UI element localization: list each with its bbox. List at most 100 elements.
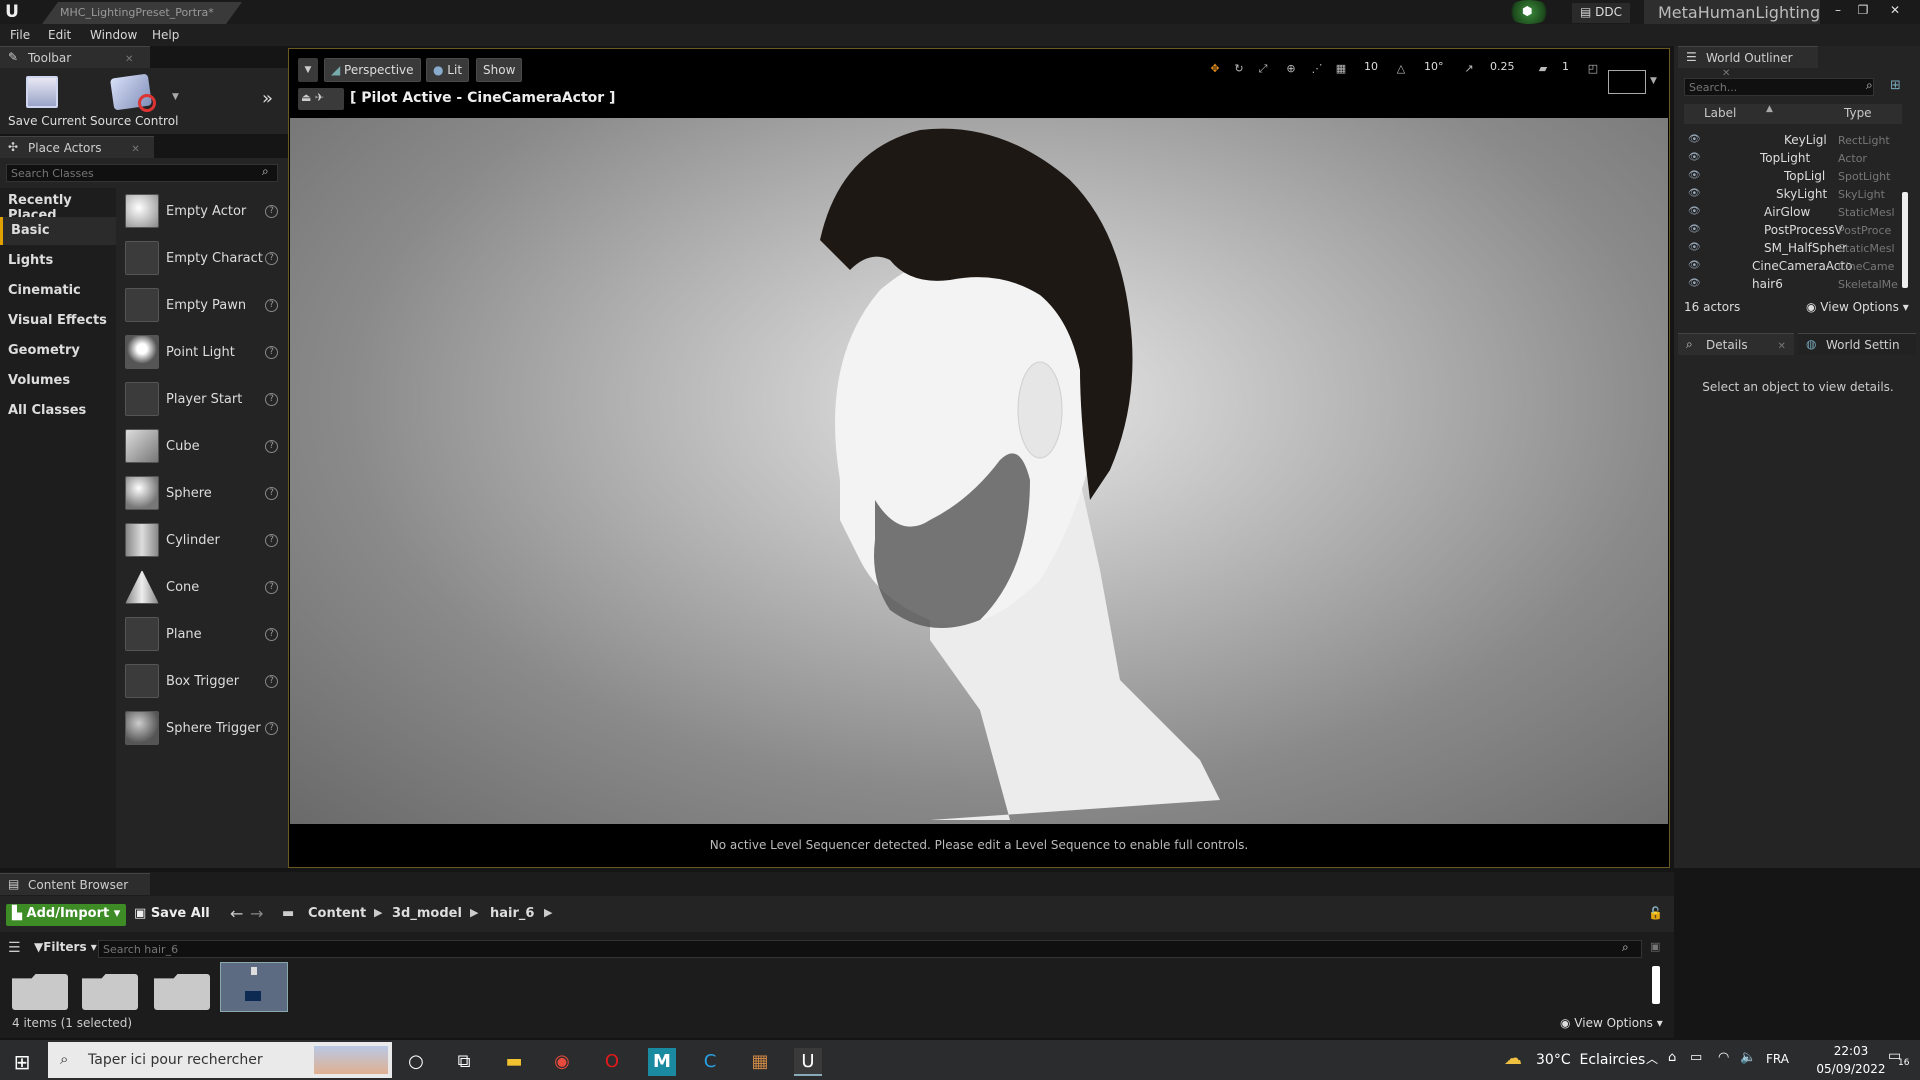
save-all-button[interactable]: ▣ Save All	[134, 906, 210, 921]
document-tab[interactable]: MHC_LightingPreset_Portra*	[42, 2, 242, 24]
outliner-row[interactable]: 👁 AirGlow StaticMesl	[1688, 204, 1910, 222]
breadcrumb-separator-icon[interactable]: ▶	[374, 906, 382, 919]
add-import-button[interactable]: ▙ Add/Import ▾	[6, 904, 127, 926]
clock-time[interactable]: 22:03	[1816, 1044, 1886, 1058]
source-control-dropdown-icon[interactable]: ▼	[172, 92, 179, 102]
visibility-icon[interactable]: 👁	[1688, 134, 1702, 145]
help-icon[interactable]: ?	[265, 252, 278, 265]
actor-item[interactable]: Empty Pawn?	[122, 284, 282, 328]
menu-window[interactable]: Window	[90, 28, 137, 42]
actor-item[interactable]: Sphere?	[122, 472, 282, 516]
file-explorer-icon[interactable]: ▬	[500, 1048, 528, 1076]
outliner-row[interactable]: 👁 SM_HalfSpher StaticMesl	[1688, 240, 1910, 258]
breadcrumb-content[interactable]: Content	[308, 906, 366, 921]
world-local-icon[interactable]: ⊕	[1282, 60, 1300, 78]
help-icon[interactable]: ?	[265, 346, 278, 359]
actor-item[interactable]: Empty Charact?	[122, 237, 282, 281]
chevron-up-icon[interactable]: ︿	[1646, 1050, 1658, 1067]
metahuman-app-icon[interactable]: M	[648, 1048, 676, 1076]
viewport-options-dropdown-icon[interactable]: ▼	[298, 58, 318, 82]
outliner-row[interactable]: 👁 PostProcessV PostProce	[1688, 222, 1910, 240]
content-search-input[interactable]	[98, 940, 1642, 958]
notification-center-icon[interactable]: ▭ 16	[1888, 1048, 1912, 1074]
actor-item[interactable]: Cone?	[122, 566, 282, 610]
category-all-classes[interactable]: All Classes	[0, 397, 116, 425]
volume-icon[interactable]: 🔈	[1740, 1050, 1756, 1065]
menu-help[interactable]: Help	[152, 28, 179, 42]
camera-speed-value[interactable]: 1	[1562, 60, 1569, 80]
outliner-row[interactable]: 👁 hair6 SkeletalMe	[1688, 276, 1910, 294]
maximize-viewport-icon[interactable]: ◰	[1584, 60, 1602, 78]
folder-icon[interactable]	[12, 974, 68, 1010]
search-icon[interactable]: ⌕	[1622, 940, 1629, 955]
tab-world-outliner[interactable]: ☰ World Outliner ✕	[1678, 46, 1818, 79]
actor-item[interactable]: Point Light?	[122, 331, 282, 375]
breadcrumb-separator-icon[interactable]: ▶	[544, 906, 552, 919]
selected-asset-thumbnail[interactable]	[220, 962, 288, 1012]
rotate-icon[interactable]: ↻	[1230, 60, 1248, 78]
visibility-icon[interactable]: 👁	[1688, 206, 1702, 217]
perspective-button[interactable]: ◢ Perspective	[324, 58, 421, 82]
outliner-row[interactable]: 👁 CineCameraActo CineCame	[1688, 258, 1910, 276]
unreal-taskbar-icon[interactable]: U	[794, 1048, 822, 1076]
minimize-icon[interactable]: –	[1828, 2, 1848, 20]
close-tab-icon[interactable]: ✕	[1777, 341, 1785, 352]
help-icon[interactable]: ?	[265, 534, 278, 547]
outliner-view-options[interactable]: ◉ View Options ▾	[1806, 300, 1909, 314]
help-icon[interactable]: ?	[265, 487, 278, 500]
category-cinematic[interactable]: Cinematic	[0, 277, 116, 305]
outliner-search-input[interactable]	[1684, 78, 1874, 96]
c-app-icon[interactable]: C	[696, 1048, 724, 1076]
actor-item[interactable]: Cylinder?	[122, 519, 282, 563]
grid-snap-icon[interactable]: ▦	[1332, 60, 1350, 78]
help-icon[interactable]: ?	[265, 581, 278, 594]
ddc-button[interactable]: ▤ DDC	[1572, 3, 1631, 23]
weather-icon[interactable]: ☁	[1504, 1048, 1522, 1069]
menu-edit[interactable]: Edit	[48, 28, 71, 42]
scale-snap-value[interactable]: 0.25	[1490, 60, 1515, 80]
help-icon[interactable]: ?	[265, 675, 278, 688]
search-icon[interactable]: ⌕	[1866, 78, 1873, 93]
restore-icon[interactable]: ❐	[1853, 2, 1873, 20]
search-icon[interactable]: ⌕	[262, 164, 269, 179]
windows-start-icon[interactable]: ⊞	[8, 1048, 36, 1076]
scale-icon[interactable]: ⤢	[1254, 60, 1272, 78]
tab-world-settings[interactable]: ◍ World Settin	[1798, 333, 1916, 355]
category-volumes[interactable]: Volumes	[0, 367, 116, 395]
lit-button[interactable]: ● Lit	[426, 58, 470, 82]
rotation-snap-icon[interactable]: △	[1392, 60, 1410, 78]
category-geometry[interactable]: Geometry	[0, 337, 116, 365]
outliner-row[interactable]: 👁 SkyLight SkyLight	[1688, 186, 1910, 204]
outliner-scrollbar[interactable]	[1902, 192, 1908, 288]
source-control-status-icon[interactable]: ⬢	[1506, 0, 1552, 24]
weather-text[interactable]: 30°C Eclaircies	[1536, 1052, 1645, 1068]
surface-snap-icon[interactable]: ⋰	[1308, 60, 1326, 78]
tab-content-browser[interactable]: ▤ Content Browser ✕	[0, 873, 150, 906]
wifi-icon[interactable]: ◠	[1718, 1050, 1729, 1065]
expand-toolbar-icon[interactable]: »	[262, 88, 273, 109]
translate-icon[interactable]: ✥	[1206, 60, 1224, 78]
unreal-logo-icon[interactable]: U	[2, 2, 22, 22]
cortana-icon[interactable]: ○	[402, 1048, 430, 1076]
tab-toolbar[interactable]: ✎ Toolbar ✕	[0, 46, 150, 68]
source-control-button[interactable]: Source Control	[90, 72, 186, 132]
visibility-icon[interactable]: 👁	[1688, 224, 1702, 235]
actor-item[interactable]: Box Trigger?	[122, 660, 282, 704]
actor-item[interactable]: Player Start?	[122, 378, 282, 422]
camera-speed-icon[interactable]: ▰	[1534, 60, 1552, 78]
taskbar-search[interactable]: ⌕ Taper ici pour rechercher	[48, 1042, 392, 1078]
winrar-icon[interactable]: ▦	[746, 1048, 774, 1076]
folder-icon[interactable]	[82, 974, 138, 1010]
eject-pilot-button[interactable]: ⏏ ✈	[298, 88, 344, 110]
help-icon[interactable]: ?	[265, 393, 278, 406]
category-lights[interactable]: Lights	[0, 247, 116, 275]
category-visual-effects[interactable]: Visual Effects	[0, 307, 116, 335]
filters-button[interactable]: ▼Filters ▾	[34, 940, 97, 954]
scale-snap-icon[interactable]: ↗	[1460, 60, 1478, 78]
task-view-icon[interactable]: ⧉	[450, 1048, 478, 1076]
help-icon[interactable]: ?	[265, 205, 278, 218]
rotation-snap-value[interactable]: 10°	[1424, 60, 1444, 80]
breadcrumb-separator-icon[interactable]: ▶	[470, 906, 478, 919]
help-icon[interactable]: ?	[265, 628, 278, 641]
close-tab-icon[interactable]: ✕	[131, 144, 139, 155]
